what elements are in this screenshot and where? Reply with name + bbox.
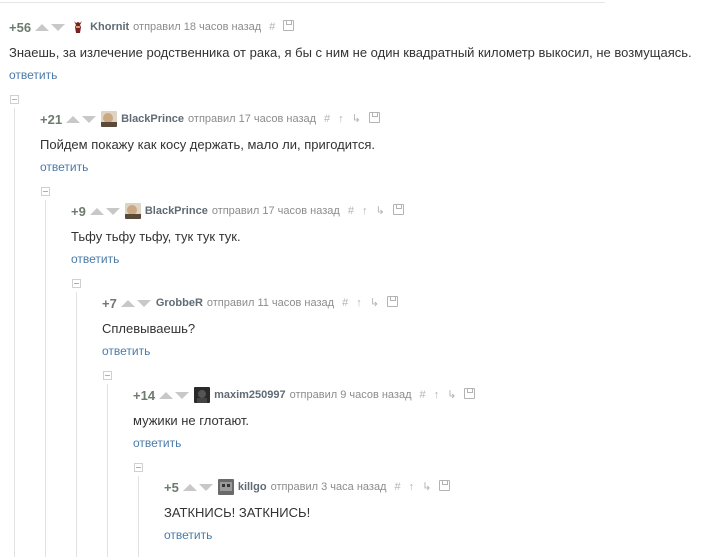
- downvote-icon[interactable]: [82, 115, 97, 123]
- comment-text: Сплевываешь?: [102, 321, 196, 336]
- comment-score: +7: [102, 295, 117, 311]
- thread-line: [76, 292, 77, 557]
- collapse-toggle[interactable]: [103, 371, 112, 380]
- parent-up-icon[interactable]: ↑: [338, 113, 344, 125]
- comment-timestamp: отправил 3 часа назад: [270, 481, 387, 493]
- comment: +56 Khornit отправил 18 часов назад # Зн…: [9, 19, 692, 82]
- reply-link[interactable]: ответить: [9, 68, 692, 82]
- branch-icon[interactable]: ↳: [422, 481, 431, 493]
- downvote-icon[interactable]: [198, 483, 213, 491]
- comment-author[interactable]: GrobbeR: [156, 297, 203, 309]
- downvote-icon[interactable]: [175, 391, 190, 399]
- avatar[interactable]: [124, 203, 141, 219]
- collapse-toggle[interactable]: [41, 187, 50, 196]
- parent-up-icon[interactable]: ↑: [362, 205, 368, 217]
- comment: +7 GrobbeR отправил 11 часов назад # ↑ ↳…: [102, 295, 406, 358]
- parent-up-icon[interactable]: ↑: [409, 481, 415, 493]
- hash-icon[interactable]: #: [420, 389, 426, 401]
- comment-author[interactable]: BlackPrince: [145, 205, 208, 217]
- save-icon[interactable]: [439, 480, 451, 494]
- comment-text: Знаешь, за излечение родственника от рак…: [9, 45, 692, 60]
- avatar[interactable]: [70, 19, 87, 35]
- comment-score: +9: [71, 203, 86, 219]
- parent-up-icon[interactable]: ↑: [434, 389, 440, 401]
- thread-line: [138, 476, 139, 557]
- comment: +9 BlackPrince отправил 17 часов назад #…: [71, 203, 412, 266]
- save-icon[interactable]: [283, 20, 295, 34]
- branch-icon[interactable]: ↳: [370, 297, 379, 309]
- save-icon[interactable]: [464, 388, 476, 402]
- hash-icon[interactable]: #: [269, 21, 275, 33]
- comment-score: +5: [164, 479, 179, 495]
- reply-link[interactable]: ответить: [102, 344, 406, 358]
- comment-author[interactable]: Khornit: [90, 21, 129, 33]
- hash-icon[interactable]: #: [342, 297, 348, 309]
- save-icon[interactable]: [392, 204, 404, 218]
- collapse-toggle[interactable]: [134, 463, 143, 472]
- collapse-toggle[interactable]: [10, 95, 19, 104]
- comment-timestamp: отправил 17 часов назад: [188, 113, 317, 125]
- upvote-icon[interactable]: [159, 391, 174, 399]
- comment-text: Пойдем покажу как косу держать, мало ли,…: [40, 137, 375, 152]
- thread-line: [107, 384, 108, 557]
- upvote-icon[interactable]: [120, 299, 135, 307]
- comment-score: +21: [40, 111, 63, 127]
- hash-icon[interactable]: #: [324, 113, 330, 125]
- branch-icon[interactable]: ↳: [375, 205, 384, 217]
- reply-link[interactable]: ответить: [133, 436, 483, 450]
- comment-text: мужики не глотают.: [133, 413, 250, 428]
- upvote-icon[interactable]: [89, 207, 104, 215]
- save-icon[interactable]: [386, 296, 398, 310]
- avatar[interactable]: [101, 111, 118, 127]
- parent-up-icon[interactable]: ↑: [356, 297, 362, 309]
- downvote-icon[interactable]: [51, 23, 66, 31]
- hash-icon[interactable]: #: [394, 481, 400, 493]
- comment-timestamp: отправил 18 часов назад: [133, 21, 262, 33]
- comment-author[interactable]: maxim250997: [214, 389, 286, 401]
- downvote-icon[interactable]: [136, 299, 151, 307]
- upvote-icon[interactable]: [182, 483, 197, 491]
- thread-line: [45, 200, 46, 557]
- top-divider: [0, 2, 605, 3]
- reply-link[interactable]: ответить: [164, 528, 458, 542]
- avatar[interactable]: [194, 387, 211, 403]
- comment-text: ЗАТКНИСЬ! ЗАТКНИСЬ!: [164, 505, 311, 520]
- comment-score: +56: [9, 19, 32, 35]
- comment-score: +14: [133, 387, 156, 403]
- comment-timestamp: отправил 11 часов назад: [206, 297, 335, 309]
- comment-author[interactable]: killgo: [238, 481, 267, 493]
- comment-timestamp: отправил 17 часов назад: [211, 205, 340, 217]
- hash-icon[interactable]: #: [348, 205, 354, 217]
- comment: +21 BlackPrince отправил 17 часов назад …: [40, 111, 388, 174]
- reply-link[interactable]: ответить: [71, 252, 412, 266]
- upvote-icon[interactable]: [66, 115, 81, 123]
- upvote-icon[interactable]: [35, 23, 50, 31]
- save-icon[interactable]: [368, 112, 380, 126]
- comment: +14 maxim250997 отправил 9 часов назад #…: [133, 387, 483, 450]
- comment: +5 killgo отправил 3 часа назад # ↑ ↳ ЗА…: [164, 479, 458, 542]
- comment-author[interactable]: BlackPrince: [121, 113, 184, 125]
- downvote-icon[interactable]: [105, 207, 120, 215]
- collapse-toggle[interactable]: [72, 279, 81, 288]
- thread-line: [14, 108, 15, 557]
- comment-text: Тьфу тьфу тьфу, тук тук тук.: [71, 229, 241, 244]
- avatar[interactable]: [217, 479, 234, 495]
- branch-icon[interactable]: ↳: [447, 389, 456, 401]
- comment-timestamp: отправил 9 часов назад: [289, 389, 412, 401]
- reply-link[interactable]: ответить: [40, 160, 388, 174]
- branch-icon[interactable]: ↳: [352, 113, 361, 125]
